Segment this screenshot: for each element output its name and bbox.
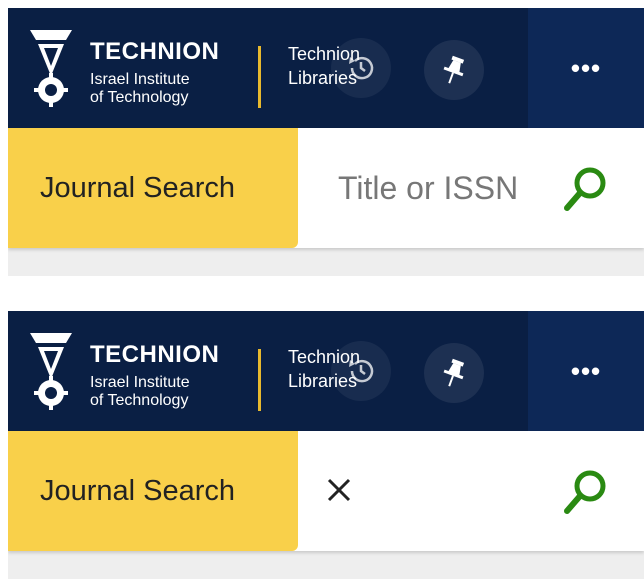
technion-logo-icon[interactable] xyxy=(28,331,74,411)
journal-search-tab[interactable]: Journal Search xyxy=(8,431,298,551)
search-button[interactable] xyxy=(558,467,614,517)
search-panel-clearable: TECHNION Israel Institute of Technology … xyxy=(8,311,644,579)
history-icon xyxy=(349,56,374,80)
search-bar: Journal Search xyxy=(8,431,644,551)
header-bar: TECHNION Israel Institute of Technology … xyxy=(8,311,644,431)
header-divider xyxy=(258,46,261,108)
brand-name: TECHNION xyxy=(90,341,220,368)
journal-search-label: Journal Search xyxy=(40,474,236,507)
brand-subtitle-line-1: Israel Institute xyxy=(90,71,190,88)
pin-button[interactable] xyxy=(424,343,484,403)
search-bar: Journal Search xyxy=(8,128,644,248)
more-icon: ••• xyxy=(570,52,602,83)
journal-search-tab[interactable]: Journal Search xyxy=(8,128,298,248)
search-button[interactable] xyxy=(558,164,614,214)
brand-subtitle-line-1: Israel Institute xyxy=(90,374,190,391)
more-icon: ••• xyxy=(570,355,602,386)
more-menu-button[interactable]: ••• xyxy=(528,8,644,128)
pin-icon xyxy=(443,358,465,387)
pin-button[interactable] xyxy=(424,40,484,100)
search-panel-empty: TECHNION Israel Institute of Technology … xyxy=(8,8,644,276)
search-icon xyxy=(564,167,606,211)
search-input[interactable] xyxy=(338,158,518,218)
header-divider xyxy=(258,349,261,411)
journal-search-label: Journal Search xyxy=(40,171,236,204)
history-icon xyxy=(349,359,374,383)
history-button[interactable] xyxy=(331,341,391,401)
brand-subtitle: Israel Institute of Technology xyxy=(90,71,190,107)
close-icon xyxy=(327,478,351,502)
history-button[interactable] xyxy=(331,38,391,98)
brand-subtitle: Israel Institute of Technology xyxy=(90,374,190,410)
search-icon xyxy=(564,470,606,514)
brand-subtitle-line-2: of Technology xyxy=(90,89,189,106)
brand-subtitle-line-2: of Technology xyxy=(90,392,189,409)
brand-name: TECHNION xyxy=(90,38,220,65)
clear-search-button[interactable] xyxy=(324,475,354,505)
more-menu-button[interactable]: ••• xyxy=(528,311,644,431)
pin-icon xyxy=(443,55,465,84)
technion-logo-icon[interactable] xyxy=(28,28,74,108)
header-bar: TECHNION Israel Institute of Technology … xyxy=(8,8,644,128)
